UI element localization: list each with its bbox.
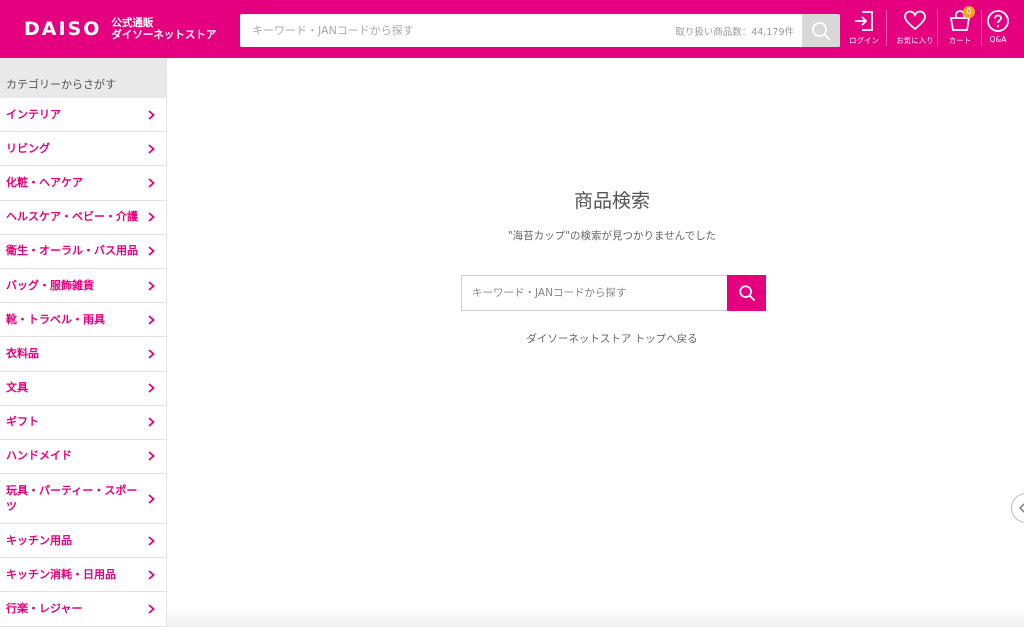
chevron-right-icon: [148, 315, 155, 325]
sidebar-category-item[interactable]: キッチン用品: [0, 524, 166, 559]
main-search-input[interactable]: [462, 276, 728, 310]
side-panel-toggle[interactable]: [1011, 493, 1024, 523]
chevron-right-icon: [148, 535, 155, 546]
logo-subtitle: 公式通販 ダイソーネットストア: [111, 17, 216, 41]
page-title: 商品検索: [573, 190, 650, 212]
sidebar-category-label: ハンドメイド: [6, 449, 72, 463]
chevron-right-icon: [148, 451, 155, 462]
sidebar-category-label: 衛生・オーラル・バス用品: [6, 244, 138, 258]
no-results-message: "海苔カップ"の検索が見つかりませんでした: [507, 230, 717, 242]
sidebar-category-item[interactable]: 玩具・パーティー・スポーツ: [0, 474, 166, 525]
sidebar-category-item[interactable]: 文具: [0, 372, 166, 406]
sidebar-category-label: 衣料品: [6, 346, 39, 360]
cart-label: カート: [948, 36, 972, 45]
chevron-right-icon: [148, 349, 155, 359]
sidebar-category-label: バッグ・服飾雑貨: [6, 278, 94, 292]
chevron-right-icon: [148, 246, 155, 257]
sidebar-category-label: インテリア: [6, 107, 61, 121]
login-icon: [855, 11, 873, 31]
main-search-box: [461, 275, 766, 311]
qa-label: Q&A: [989, 35, 1007, 44]
sidebar-category-label: 玩具・パーティー・スポーツ: [6, 483, 138, 513]
logo-subtitle-line1: 公式通販: [111, 17, 154, 29]
header-divider: [886, 10, 887, 46]
product-count: 取り扱い商品数：44,179件: [675, 27, 794, 38]
sidebar-category-item[interactable]: キッチン消耗・日用品: [0, 558, 166, 593]
cart-button[interactable]: 0 カート: [940, 6, 980, 46]
chevron-right-icon: [148, 493, 155, 504]
heart-icon: [904, 10, 926, 31]
cart-count-badge: 0: [963, 6, 975, 18]
sidebar-category-label: キッチン用品: [6, 533, 72, 547]
sidebar-category-item[interactable]: 行楽・レジャー: [0, 592, 166, 627]
chevron-right-icon: [148, 144, 155, 154]
chevron-left-icon: [1018, 503, 1024, 513]
daiso-logo[interactable]: DAISO 公式通販 ダイソーネットストア: [24, 17, 216, 41]
chevron-right-icon: [148, 280, 155, 291]
login-label: ログイン: [849, 36, 879, 45]
sidebar-category-label: 靴・トラベル・雨具: [6, 312, 105, 326]
sidebar-category-label: キッチン消耗・日用品: [6, 567, 116, 581]
logo-wordmark: DAISO: [24, 18, 102, 40]
chevron-right-icon: [148, 109, 155, 120]
chevron-right-icon: [148, 604, 155, 614]
sidebar-category-item[interactable]: ギフト: [0, 406, 166, 440]
back-to-top-link[interactable]: ダイソーネットストア トップへ戻る: [0, 331, 1024, 346]
qa-button[interactable]: Q&A: [978, 9, 1018, 44]
search-icon: [812, 21, 830, 40]
chevron-right-icon: [148, 417, 155, 427]
sidebar-category-item[interactable]: バッグ・服飾雑貨: [0, 269, 166, 304]
favorites-button[interactable]: お気に入り: [895, 9, 935, 46]
sidebar-category-label: リビング: [6, 141, 50, 155]
sidebar-category-item[interactable]: リビング: [0, 132, 166, 167]
page-bottom-fade: [167, 606, 1024, 627]
chevron-right-icon: [148, 570, 155, 580]
category-list: インテリア リビング 化粧・ヘアケア ヘルスケア・ベビー・介護 衛生・オーラル・バス用品…: [0, 98, 166, 627]
header-search-button[interactable]: [802, 14, 840, 47]
sidebar-category-label: 行楽・レジャー: [6, 602, 83, 616]
favorites-label: お気に入り: [896, 36, 934, 45]
logo-subtitle-line2: ダイソーネットストア: [111, 29, 217, 41]
chevron-right-icon: [148, 212, 155, 222]
chevron-right-icon: [148, 383, 155, 393]
sidebar-category-label: ギフト: [6, 415, 39, 429]
sidebar-category-item[interactable]: インテリア: [0, 98, 166, 133]
sidebar-category-item[interactable]: ハンドメイド: [0, 440, 166, 475]
sidebar-heading: カテゴリーからさがす: [0, 58, 166, 98]
sidebar-category-label: 文具: [6, 381, 28, 395]
search-icon: [738, 285, 755, 302]
main-search-button[interactable]: [727, 275, 766, 311]
login-button[interactable]: ログイン: [844, 9, 884, 46]
help-icon: [987, 10, 1009, 32]
header-divider: [937, 10, 938, 46]
site-header: DAISO 公式通販 ダイソーネットストア 取り扱い商品数：44,179件 ログ…: [0, 0, 1024, 58]
header-search-bar: 取り扱い商品数：44,179件: [240, 14, 840, 47]
